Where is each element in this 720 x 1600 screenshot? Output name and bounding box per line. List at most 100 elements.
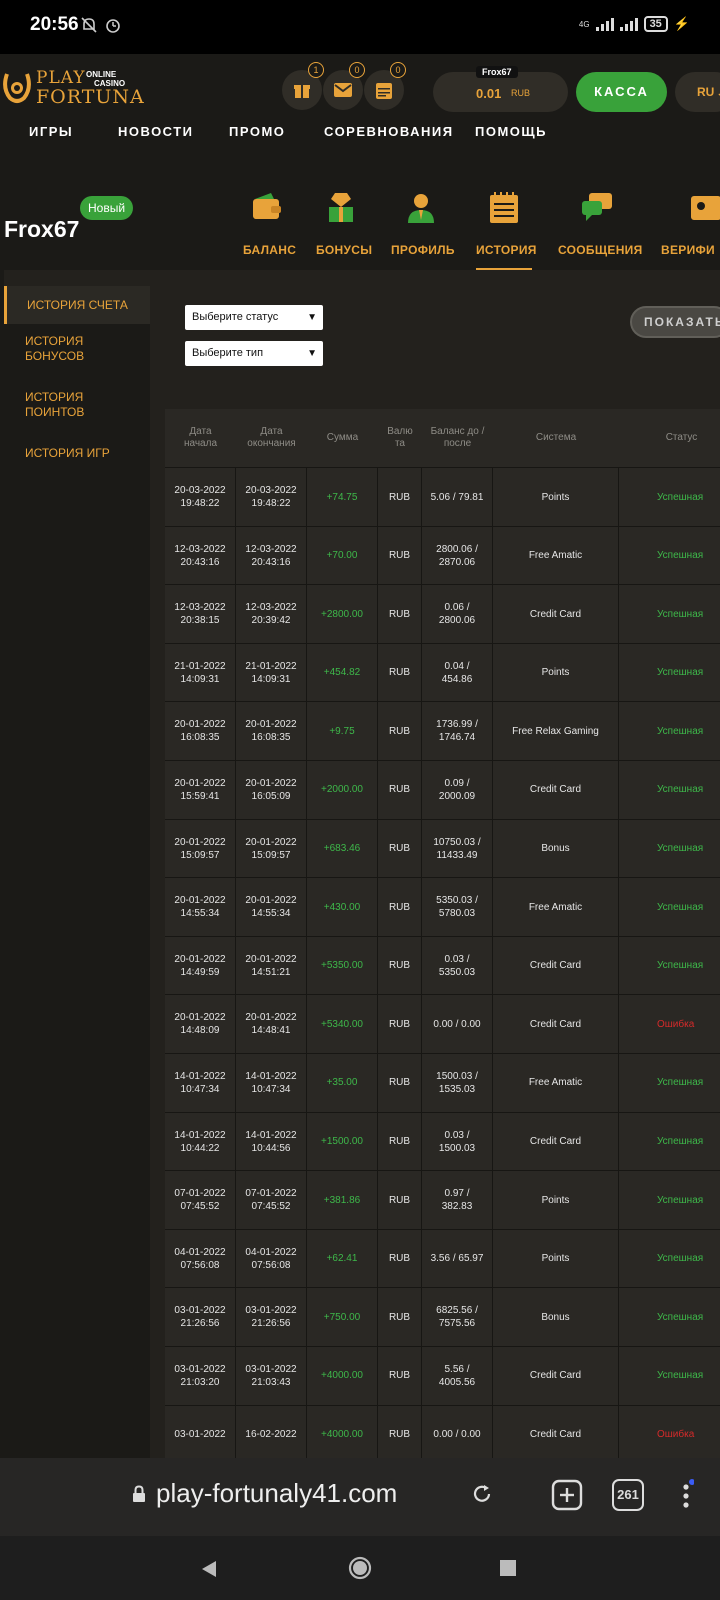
cell-system: Credit Card <box>493 1346 619 1405</box>
tab-balance[interactable]: БАЛАНС <box>243 184 296 270</box>
browser-bar: play-fortunaly41.com 261 <box>0 1458 720 1536</box>
tab-bonuses[interactable]: БОНУСЫ <box>316 184 372 270</box>
cell-status: Ошибка <box>657 1429 695 1440</box>
menu-points-history[interactable]: ИСТОРИЯ ПОИНТОВ <box>4 390 150 420</box>
cell-end-date: 20-01-2022 16:08:35 <box>236 702 307 761</box>
menu-games-history[interactable]: ИСТОРИЯ ИГР <box>4 446 150 461</box>
language-select[interactable]: RU ⌄ <box>675 72 720 112</box>
kassa-button[interactable]: КАССА <box>576 72 667 112</box>
type-select[interactable]: Выберите тип ▼ <box>185 341 323 366</box>
table-row: 14-01-2022 10:44:22 14-01-2022 10:44:56 +1… <box>165 1111 720 1171</box>
table-row: 20-01-2022 14:49:59 20-01-2022 14:51:21 +5… <box>165 935 720 995</box>
cell-end-date: 03-01-2022 21:03:43 <box>236 1346 307 1405</box>
tab-messages[interactable]: СООБЩЕНИЯ <box>558 184 642 270</box>
history-table: Дата начала Дата окончания Сумма Валю та Бал… <box>165 409 720 1464</box>
cell-start-date: 20-01-2022 14:48:09 <box>165 995 236 1054</box>
cell-amount: +4000.00 <box>307 1346 378 1405</box>
gift-count: 1 <box>308 62 324 78</box>
lock-icon <box>133 1485 145 1502</box>
profile-name: Frox67 <box>4 216 80 242</box>
more-options-icon[interactable] <box>682 1478 695 1517</box>
cell-currency: RUB <box>378 1405 422 1464</box>
cell-system: Points <box>493 1171 619 1230</box>
table-row: 21-01-2022 14:09:31 21-01-2022 14:09:31 +4… <box>165 642 720 702</box>
reload-icon[interactable] <box>470 1482 494 1511</box>
cell-balance: 5350.03 / 5780.03 <box>422 878 493 937</box>
mail-button[interactable]: 0 <box>323 62 365 110</box>
column-header-start-date: Дата начала <box>183 426 218 449</box>
url-bar[interactable]: play-fortunaly41.com <box>156 1478 397 1509</box>
cell-end-date: 20-01-2022 14:55:34 <box>236 878 307 937</box>
table-row: 03-01-2022 21:26:56 03-01-2022 21:26:56 +7… <box>165 1287 720 1347</box>
nav-competitions[interactable]: СОРЕВНОВАНИЯ <box>324 124 454 139</box>
gift-diamond-icon <box>329 193 353 222</box>
balance-box[interactable]: Frox67 0.01 RUB <box>433 66 568 112</box>
cell-status: Успешная <box>657 725 704 737</box>
column-header-currency: Валю та <box>387 426 413 449</box>
cell-status: Успешная <box>657 608 704 620</box>
cell-system: Credit Card <box>493 1405 619 1464</box>
logo-online-text: ONLINE <box>86 70 117 79</box>
table-row: 20-01-2022 14:48:09 20-01-2022 14:48:41 +5… <box>165 994 720 1054</box>
cell-start-date: 04-01-2022 07:56:08 <box>165 1229 236 1288</box>
cell-end-date: 21-01-2022 14:09:31 <box>236 643 307 702</box>
cell-start-date: 07-01-2022 07:45:52 <box>165 1171 236 1230</box>
column-header-end-date: Дата окончания <box>247 426 296 449</box>
status-select[interactable]: Выберите статус ▼ <box>185 305 323 330</box>
charging-icon: ⚡ <box>673 16 690 31</box>
cell-currency: RUB <box>378 819 422 878</box>
table-row: 20-03-2022 19:48:22 20-03-2022 19:48:22 +7… <box>165 467 720 526</box>
cell-balance: 0.00 / 0.00 <box>422 995 493 1054</box>
nav-help[interactable]: ПОМОЩЬ <box>475 124 547 139</box>
cell-balance: 0.03 / 5350.03 <box>422 936 493 995</box>
nav-games[interactable]: ИГРЫ <box>29 124 73 139</box>
table-row: 03-01-2022 16-02-2022 +4000.00 RUB 0.00 / 0.… <box>165 1404 720 1464</box>
menu-account-history[interactable]: ИСТОРИЯ СЧЕТА <box>4 286 150 324</box>
cell-start-date: 21-01-2022 14:09:31 <box>165 643 236 702</box>
cell-end-date: 03-01-2022 21:26:56 <box>236 1288 307 1347</box>
header-balance: 0.01 <box>476 86 502 101</box>
cell-currency: RUB <box>378 760 422 819</box>
cell-status: Успешная <box>657 491 704 503</box>
back-icon[interactable] <box>200 1560 218 1578</box>
cell-balance: 3.56 / 65.97 <box>422 1229 493 1288</box>
home-icon[interactable] <box>348 1556 372 1580</box>
cell-start-date: 20-03-2022 19:48:22 <box>165 468 236 526</box>
network-label: 4G <box>578 19 590 29</box>
cell-status: Успешная <box>657 667 704 679</box>
cell-status: Успешная <box>657 843 704 855</box>
gift-button[interactable]: 1 <box>282 62 324 110</box>
cell-end-date: 20-03-2022 19:48:22 <box>236 468 307 526</box>
calendar-button[interactable]: 0 <box>364 62 406 110</box>
cell-start-date: 20-01-2022 16:08:35 <box>165 702 236 761</box>
chevron-down-icon: ⌄ <box>714 88 720 98</box>
tab-verification-label: ВЕРИФИ <box>661 243 715 257</box>
alarm-icon <box>104 16 122 39</box>
nav-news[interactable]: НОВОСТИ <box>118 124 194 139</box>
cell-amount: +2800.00 <box>307 585 378 644</box>
menu-bonus-history[interactable]: ИСТОРИЯ БОНУСОВ <box>4 334 150 364</box>
column-header-balance: Баланс до / после <box>430 426 485 449</box>
table-row: 20-01-2022 15:59:41 20-01-2022 16:05:09 +2… <box>165 759 720 819</box>
status-bar: 20:56 4G 35 ⚡ <box>0 0 720 54</box>
new-tab-icon[interactable] <box>551 1479 583 1516</box>
cell-amount: +35.00 <box>307 1053 378 1112</box>
tab-count[interactable]: 261 <box>612 1479 644 1511</box>
table-row: 03-01-2022 21:03:20 03-01-2022 21:03:43 +4… <box>165 1345 720 1405</box>
cell-status: Успешная <box>657 960 704 972</box>
cell-currency: RUB <box>378 702 422 761</box>
tab-history[interactable]: ИСТОРИЯ <box>476 184 536 270</box>
language-label: RU <box>697 85 715 99</box>
cell-start-date: 20-01-2022 15:09:57 <box>165 819 236 878</box>
cell-balance: 2800.06 / 2870.06 <box>422 526 493 585</box>
recents-icon[interactable] <box>500 1560 516 1576</box>
tab-verification[interactable]: ВЕРИФИ <box>661 184 720 270</box>
cell-currency: RUB <box>378 1053 422 1112</box>
tab-profile[interactable]: ПРОФИЛЬ <box>391 184 455 270</box>
cell-amount: +62.41 <box>307 1229 378 1288</box>
logo[interactable]: PLAY ONLINE CASINO FORTUNA <box>2 68 144 108</box>
new-badge: Новый <box>80 196 134 220</box>
cell-end-date: 20-01-2022 16:05:09 <box>236 760 307 819</box>
show-button[interactable]: ПОКАЗАТЬ <box>630 306 720 338</box>
nav-promo[interactable]: ПРОМО <box>229 124 285 139</box>
